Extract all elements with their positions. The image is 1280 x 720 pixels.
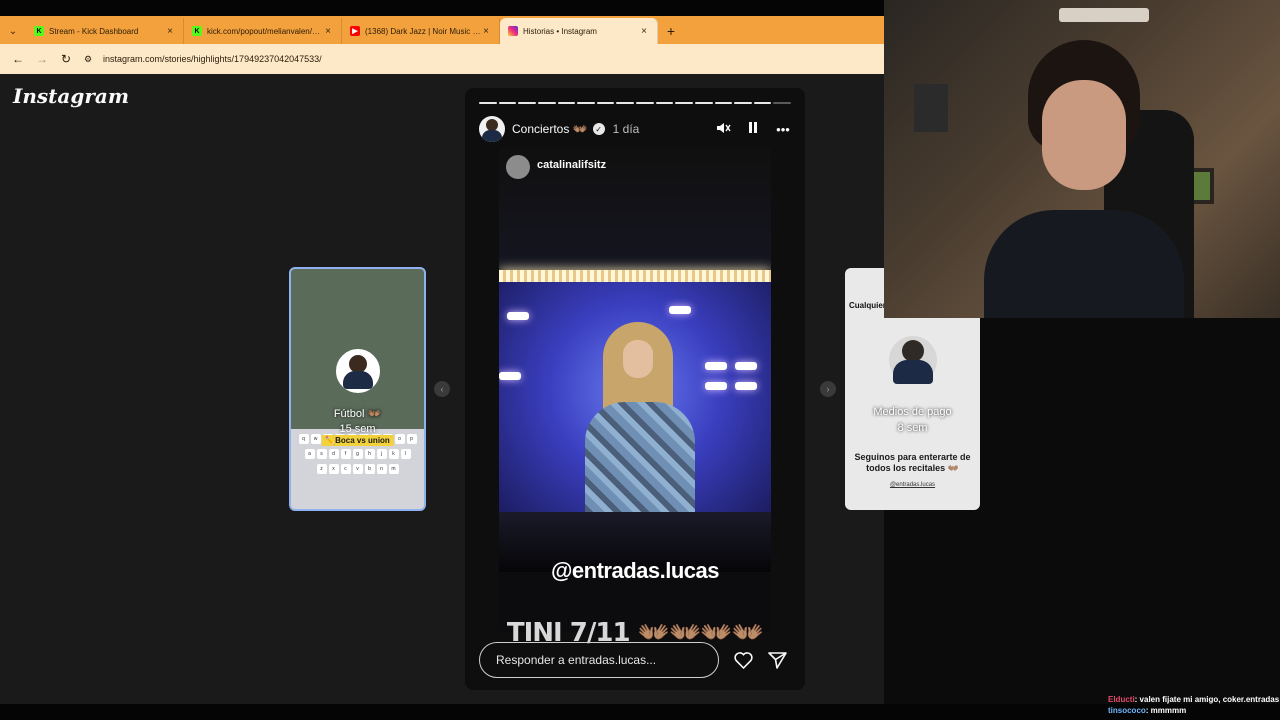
chat-message: tinsococo: mmmmm	[1108, 705, 1280, 716]
close-icon[interactable]: ×	[639, 26, 649, 37]
reply-input[interactable]	[479, 642, 719, 678]
close-icon[interactable]: ×	[165, 26, 175, 37]
progress-segment	[734, 102, 752, 104]
progress-segment	[636, 102, 654, 104]
story-progress-bar	[479, 102, 791, 104]
overlay-handle[interactable]: @entradas.lucas	[499, 558, 771, 584]
tab-title: Stream - Kick Dashboard	[49, 26, 139, 36]
avatar	[888, 336, 937, 384]
tab-title: Historias • Instagram	[523, 26, 597, 36]
ceiling-lamp-image	[1059, 8, 1149, 22]
url-field[interactable]: ⚙ instagram.com/stories/highlights/17949…	[84, 48, 878, 70]
chat-text: : mmmmm	[1145, 706, 1187, 715]
reposted-username[interactable]: catalinalifsitz	[537, 159, 606, 171]
close-icon[interactable]: ×	[481, 26, 491, 37]
progress-segment	[753, 102, 772, 104]
chat-text: : valen fijate mi amigo, coker.entradas	[1134, 695, 1280, 704]
tab-title: kick.com/popout/melianvalen/chat	[207, 26, 323, 36]
progress-segment	[773, 102, 791, 104]
avatar[interactable]	[506, 155, 530, 179]
chat-username: tinsococo	[1108, 706, 1146, 715]
screen: ⌄ K Stream - Kick Dashboard × K kick.com…	[0, 0, 1280, 720]
muted-speaker-icon[interactable]	[715, 121, 731, 138]
next-highlight-time: 8 sem	[897, 422, 928, 434]
instagram-stories-page: Instagram Fútbol 👐🏽 qwertyuiop asdfghjkl…	[0, 74, 980, 704]
avatar	[335, 349, 380, 393]
singer-figure	[585, 322, 695, 532]
chat-username: Elducti	[1108, 695, 1135, 704]
next-highlight-promo: Seguinos para enterarte de todos los rec…	[854, 452, 971, 473]
instagram-logo[interactable]: Instagram	[13, 84, 129, 108]
avatar[interactable]	[479, 116, 505, 142]
progress-segment	[577, 102, 595, 104]
back-arrow-icon[interactable]: ←	[6, 47, 30, 71]
forward-arrow-icon[interactable]: →	[30, 47, 54, 71]
pause-icon[interactable]	[745, 121, 761, 137]
bottom-strip	[0, 704, 1280, 720]
prev-story-chevron-icon[interactable]: ‹	[434, 381, 450, 397]
progress-segment	[537, 102, 556, 104]
prev-highlight-title: Fútbol 👐🏽	[333, 408, 382, 420]
progress-segment	[694, 102, 713, 104]
prev-highlight-time: 15 sem	[339, 423, 376, 435]
progress-segment	[518, 102, 536, 104]
reload-icon[interactable]: ↻	[54, 47, 78, 71]
prev-highlight-card[interactable]: Fútbol 👐🏽 qwertyuiop asdfghjkl zxcvbnm 1…	[289, 267, 426, 511]
tab-kick-chat[interactable]: K kick.com/popout/melianvalen/chat ×	[184, 18, 342, 44]
more-options-icon[interactable]: •••	[775, 122, 791, 137]
next-highlight-handle: @entradas.lucas	[889, 482, 936, 488]
url-text: instagram.com/stories/highlights/1794923…	[103, 54, 322, 64]
address-bar: ← → ↻ ⚙ instagram.com/stories/highlights…	[0, 44, 884, 74]
verified-icon: ✓	[592, 123, 605, 135]
kick-icon: K	[34, 26, 44, 36]
story-time: 1 día	[612, 122, 640, 136]
progress-segment	[557, 102, 576, 104]
story-viewer: Conciertos 👐🏽 ✓ 1 día ••• catalinalifsit…	[465, 88, 805, 690]
tab-search-icon[interactable]: ⌄	[0, 18, 26, 44]
tab-instagram[interactable]: Historias • Instagram ×	[500, 18, 658, 44]
shelf-image	[914, 84, 948, 132]
progress-segment	[498, 102, 517, 104]
reply-row	[479, 642, 791, 678]
next-highlight-title: Medios de pago	[873, 406, 952, 418]
tab-bar: ⌄ K Stream - Kick Dashboard × K kick.com…	[0, 16, 884, 44]
heart-icon[interactable]	[733, 650, 753, 670]
prev-highlight-badge: ✏️Boca vs union	[321, 435, 394, 446]
streamer-image	[984, 40, 1184, 318]
highlight-name[interactable]: Conciertos 👐🏽	[512, 122, 588, 136]
new-tab-button[interactable]: +	[658, 18, 684, 44]
progress-segment	[655, 102, 674, 104]
progress-segment	[714, 102, 733, 104]
concert-stage-image	[499, 282, 771, 532]
stage-light-bar	[499, 270, 771, 282]
close-icon[interactable]: ×	[323, 26, 333, 37]
progress-segment	[675, 102, 693, 104]
next-story-chevron-icon[interactable]: ›	[820, 381, 836, 397]
story-controls: •••	[715, 121, 791, 138]
kick-icon: K	[192, 26, 202, 36]
progress-segment	[479, 102, 497, 104]
progress-segment	[596, 102, 615, 104]
send-icon[interactable]	[767, 650, 787, 670]
chat-message: Elducti: valen fijate mi amigo, coker.en…	[1108, 694, 1280, 705]
tab-kick-dashboard[interactable]: K Stream - Kick Dashboard ×	[26, 18, 184, 44]
story-media[interactable]: catalinalifsitz @entradas.lucas	[499, 148, 771, 632]
tab-youtube[interactable]: ▶ (1368) Dark Jazz | Noir Music Saxophon…	[342, 18, 500, 44]
youtube-icon: ▶	[350, 26, 360, 36]
webcam-overlay	[884, 0, 1280, 318]
story-header: Conciertos 👐🏽 ✓ 1 día •••	[479, 116, 791, 142]
tab-title: (1368) Dark Jazz | Noir Music Saxophone	[365, 26, 481, 36]
stream-chat: Elducti: valen fijate mi amigo, coker.en…	[1108, 694, 1280, 716]
progress-segment	[616, 102, 634, 104]
top-strip	[0, 0, 884, 16]
instagram-icon	[508, 26, 518, 36]
site-settings-icon[interactable]: ⚙	[84, 54, 98, 65]
